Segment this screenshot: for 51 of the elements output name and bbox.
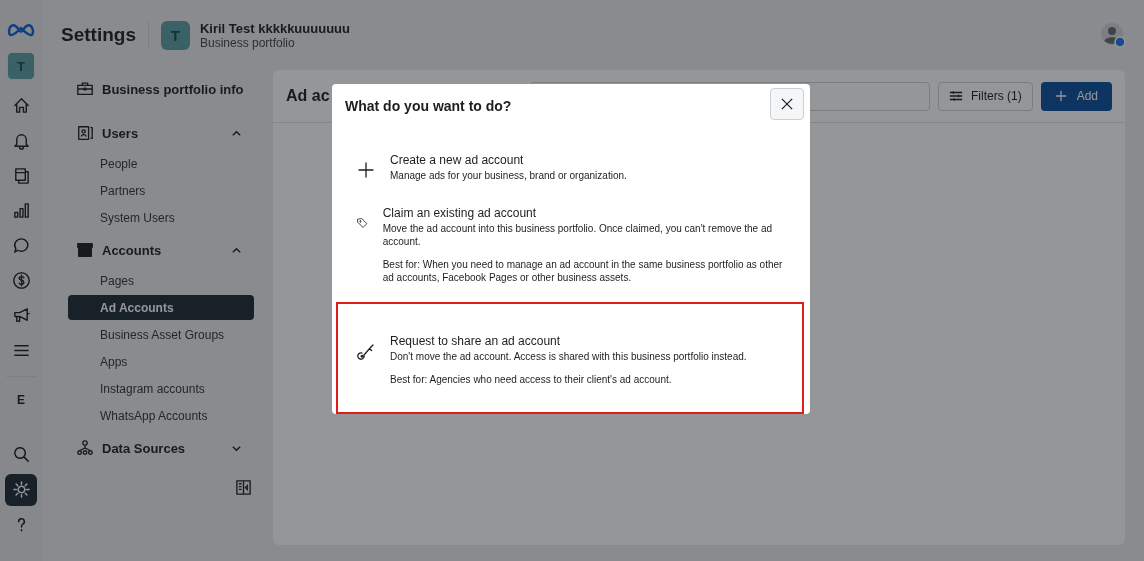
panel-title: Ad ac [286,87,330,105]
sidebar-item[interactable]: System Users [68,205,254,230]
collapse-panel-icon[interactable] [235,479,252,496]
option-best-for: Best for: When you need to manage an ad account in the same business portfolio as other ad accounts, Facebook Pages or other business assets. [382,258,784,284]
sidebar-item[interactable]: Partners [68,178,254,203]
sidebar-section[interactable]: Data Sources [68,435,254,461]
filters-button[interactable]: Filters (1) [937,81,1033,111]
plus-icon [1054,90,1067,102]
sidebar-item[interactable]: Ad Accounts [68,295,254,320]
rail-button[interactable] [5,473,37,506]
dialog-title: What do you want to do? [345,98,512,114]
option-description: Don't move the ad account. Access is shared with this business portfolio instead. [390,350,747,363]
contact-card-icon [76,124,94,142]
option-card[interactable]: Request to share an ad account Don't move the ad account. Access is shared with this business portfolio instead. Best for: Agencies who need access to their client's ad account. [336,302,804,414]
archive-box-icon [76,241,94,259]
megaphone-icon [11,306,31,325]
option-best-for: Best for: Agencies who need access to their client's ad account. [390,373,673,386]
option-title: Create a new ad account [390,153,525,167]
sidebar-item[interactable]: Business Asset Groups [68,322,254,347]
page-title: Settings [61,24,136,46]
sidebar-item[interactable]: People [68,151,254,176]
sidebar-item[interactable]: Apps [68,349,254,374]
bell-icon [11,131,31,150]
plus-icon [356,160,376,180]
sidebar-section[interactable]: Business portfolio info [68,76,254,102]
chat-bubble-icon [11,236,31,255]
option-title: Claim an existing ad account [382,206,538,220]
option-description: Move the ad account into this business portfolio. Once claimed, you can't remove the ad account. [382,222,774,248]
add-button[interactable]: Add [1040,81,1112,111]
user-avatar-icon[interactable] [1100,22,1126,48]
briefcase-icon [76,80,94,98]
portfolio-subtitle: Business portfolio [199,35,296,50]
dollar-icon [11,271,31,290]
option-description: Manage ads for your business, brand or organization. [390,169,627,182]
close-icon [781,98,793,110]
sidebar-item[interactable]: WhatsApp Accounts [68,403,254,428]
network-icon [76,439,94,457]
meta-logo-icon[interactable] [7,22,35,38]
section-letter[interactable]: E [17,393,25,407]
option-title: Request to share an ad account [390,334,562,348]
option-card[interactable]: Create a new ad account Manage ads for your business, brand or organization. [336,141,804,194]
settings-icon [11,480,31,499]
sidebar-item[interactable]: Pages [68,268,254,293]
sidebar-section[interactable]: Users [68,120,254,146]
search-icon [11,445,31,464]
sidebar-section[interactable]: Accounts [68,237,254,263]
sliders-icon [948,89,963,103]
home-icon [11,96,31,115]
portfolio-name[interactable]: Kiril Test kkkkkuuuuuuu [199,20,350,36]
bar-chart-icon [11,201,31,220]
sidebar-item[interactable]: Instagram accounts [68,376,254,401]
